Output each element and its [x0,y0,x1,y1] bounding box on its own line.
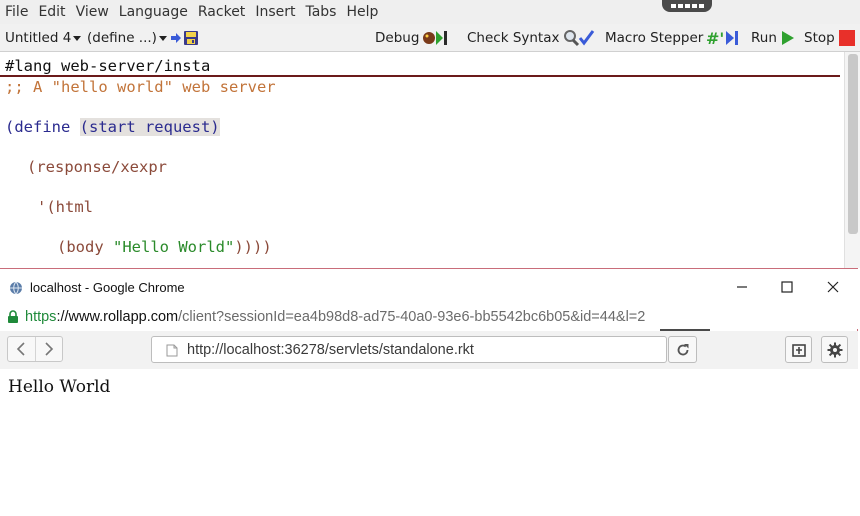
definitions-editor[interactable]: #lang web-server/insta ;; A "hello world… [0,52,860,268]
code-line-html: '(html [37,198,93,216]
back-icon [17,342,25,356]
back-button[interactable] [8,337,36,361]
chrome-url-bar[interactable]: https://www.rollapp.com/client?sessionId… [0,305,858,329]
url-host: ://www.rollapp.com [56,309,179,325]
menu-tabs[interactable]: Tabs [300,0,341,24]
file-name-label: Untitled 4 [5,30,72,46]
debug-label: Debug [375,30,420,46]
forward-icon [45,342,53,356]
check-syntax-label: Check Syntax [467,30,560,46]
forward-button[interactable] [36,337,63,361]
editor-scrollbar[interactable] [844,52,860,268]
chrome-url-text: https://www.rollapp.com/client?sessionId… [25,309,645,325]
menu-bar: File Edit View Language Racket Insert Ta… [0,0,860,24]
file-name-menu[interactable]: Untitled 4 [5,24,82,52]
minimize-icon [737,286,747,288]
run-triangle-icon [781,31,794,45]
body-open: (body [57,238,113,256]
chrome-window-title: localhost - Google Chrome [30,280,185,295]
address-text: http://localhost:36278/servlets/standalo… [187,342,474,358]
url-scheme: https [25,309,57,325]
url-path: /client?sessionId=ea4b98d8-ad75-40a0-93e… [178,309,646,325]
maximize-icon [781,281,793,293]
check-syntax-button[interactable]: Check Syntax [467,24,595,52]
lock-icon [8,310,18,323]
close-icon [827,281,839,293]
macro-stepper-icon: #' [706,29,739,47]
reload-icon [677,343,688,355]
save-button[interactable] [170,24,199,52]
stop-square-icon [838,30,855,46]
define-menu[interactable]: (define ...) [87,24,167,52]
macro-stepper-button[interactable]: Macro Stepper #' [605,24,740,52]
reload-button[interactable] [668,336,697,363]
bug-icon [423,31,448,45]
body-close: )))) [234,238,272,256]
menu-file[interactable]: File [0,0,33,24]
globe-icon [10,281,22,295]
html-open: '(html [37,198,93,216]
stop-button[interactable]: Stop [804,24,856,52]
extension-icon [791,343,806,357]
browser-toolbar: http://localhost:36278/servlets/standalo… [0,331,858,369]
run-button[interactable]: Run [751,24,796,52]
extension-button[interactable] [785,336,812,363]
save-icon [184,31,198,45]
code-line-body: (body "Hello World")))) [57,238,272,256]
stop-label: Stop [804,30,835,46]
settings-button[interactable] [821,336,848,363]
response-open: (response/xexpr [27,158,167,176]
code-line-response: (response/xexpr [27,158,167,176]
arrow-right-icon [171,33,181,43]
drracket-toolbar: Untitled 4 (define ...) Debug Check Synt… [0,24,860,52]
scrollbar-thumb[interactable] [848,54,858,234]
menu-help[interactable]: Help [341,0,383,24]
macro-stepper-label: Macro Stepper [605,30,704,46]
menu-view[interactable]: View [71,0,114,24]
browser-page-content: Hello World [0,369,858,516]
define-signature: (start request) [79,118,220,136]
lang-line-divider [0,75,840,77]
address-input[interactable]: http://localhost:36278/servlets/standalo… [151,336,667,363]
body-string: "Hello World" [113,238,235,256]
define-menu-label: (define ...) [87,30,157,46]
chrome-window: localhost - Google Chrome https://www.ro… [0,268,858,516]
code-line-define: (define (start request) [5,118,220,136]
nav-buttons [7,336,63,362]
menu-edit[interactable]: Edit [33,0,70,24]
chevron-down-icon [73,35,82,41]
chrome-title-bar[interactable]: localhost - Google Chrome [0,269,858,305]
menu-insert[interactable]: Insert [250,0,300,24]
menu-language[interactable]: Language [114,0,193,24]
page-icon [166,344,178,357]
gear-icon [827,342,842,357]
minimize-button[interactable] [728,277,756,297]
svg-text:#': #' [706,29,724,47]
magnifier-check-icon [563,30,594,47]
chevron-down-icon [158,35,167,41]
close-button[interactable] [819,277,847,297]
code-line-lang: #lang web-server/insta [5,57,211,75]
define-keyword: (define [5,118,80,136]
maximize-button[interactable] [773,277,801,297]
run-label: Run [751,30,777,46]
window-grip-handle[interactable] [662,0,712,12]
page-hello-text: Hello World [8,377,111,397]
menu-racket[interactable]: Racket [193,0,250,24]
code-line-comment: ;; A "hello world" web server [5,78,276,96]
debug-button[interactable]: Debug [375,24,452,52]
